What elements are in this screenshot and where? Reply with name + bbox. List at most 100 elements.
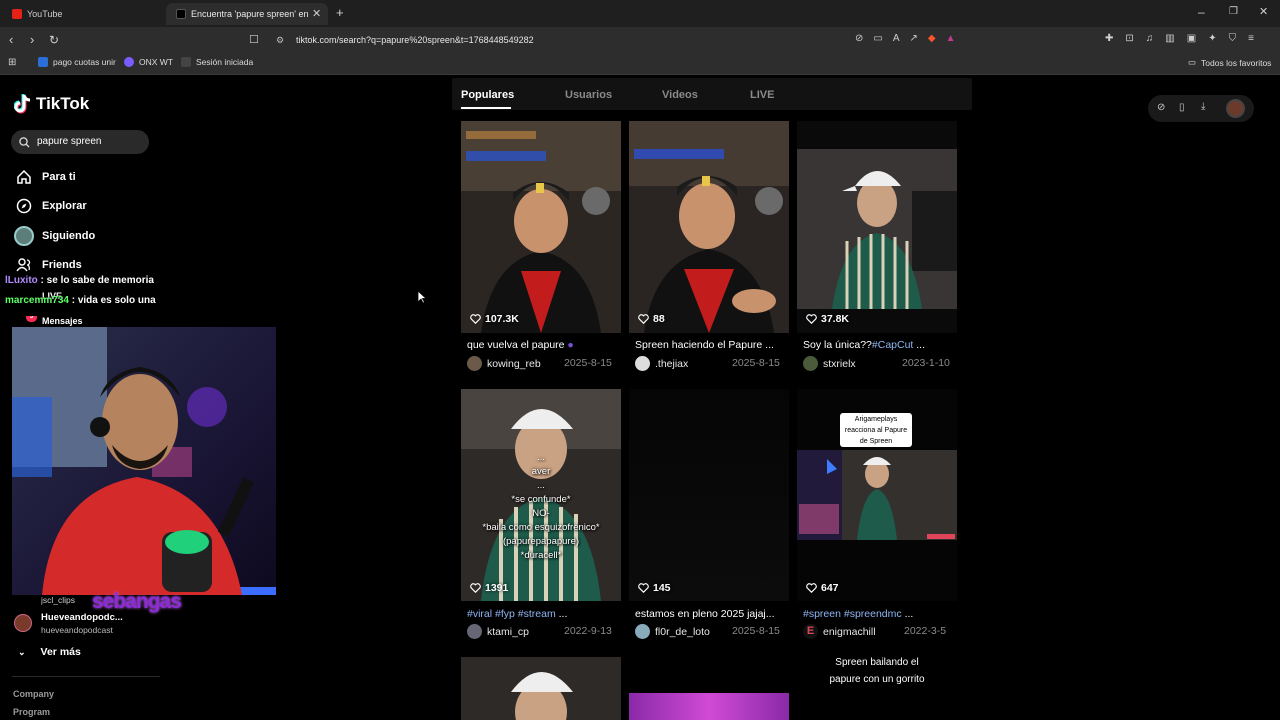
vpn-icon[interactable]: ⛉ — [1229, 33, 1237, 47]
tab-videos[interactable]: Videos — [662, 89, 698, 101]
author-name: fl0r_de_loto — [655, 625, 710, 638]
no-tracking-icon[interactable]: ⊘ — [855, 33, 863, 47]
brave-shield-icon[interactable]: ◆ — [928, 33, 936, 47]
close-window-icon[interactable]: ✕ — [1259, 5, 1268, 18]
footer-link-program[interactable]: Program — [13, 707, 50, 717]
chat-line: marcemm734 : vida es solo una — [5, 295, 156, 306]
tab-tiktok-search[interactable]: Encuentra 'papure spreen' en TikTok — [166, 3, 328, 25]
reload-icon[interactable]: ↻ — [49, 31, 59, 49]
nav-friends[interactable]: Friends — [16, 257, 82, 273]
purple-heart-icon: ● — [567, 339, 574, 351]
youtube-icon — [12, 9, 22, 19]
all-bookmarks-folder[interactable]: ▭ Todos los favoritos — [1188, 57, 1271, 68]
overlay-line: Spreen bailando el — [835, 657, 919, 668]
back-icon[interactable]: ‹ — [9, 31, 13, 49]
tiktok-logo[interactable]: TikTok — [14, 94, 89, 114]
avatar[interactable] — [14, 614, 32, 632]
avatar[interactable] — [1226, 99, 1245, 118]
following-name[interactable]: Hueveandopodc... — [41, 612, 123, 623]
new-tab-button[interactable]: + — [336, 5, 344, 20]
video-author[interactable]: ktami_cp — [467, 624, 529, 639]
tab-live[interactable]: LIVE — [750, 89, 774, 101]
apps-grid-icon[interactable]: ⊞ — [8, 57, 16, 68]
bookmark-icon[interactable]: ☐ — [249, 31, 259, 49]
translate-icon[interactable]: A — [893, 33, 900, 47]
bookmark-label: pago cuotas unir — [53, 57, 116, 67]
video-thumbnail[interactable] — [629, 389, 789, 601]
video-thumbnail[interactable] — [797, 121, 957, 333]
chat-user: lLuxito — [5, 275, 38, 286]
video-author[interactable]: stxrielx — [803, 356, 856, 371]
video-caption[interactable]: estamos en pleno 2025 jajaj... — [635, 608, 775, 620]
share-icon[interactable]: ↗ — [910, 33, 918, 47]
overlay-line: (papurepapapure) — [502, 536, 580, 547]
nav-para-ti[interactable]: Para ti — [16, 169, 76, 185]
tiktok-note-icon — [14, 94, 31, 114]
video-thumbnail[interactable] — [629, 121, 789, 333]
menu-icon[interactable]: ≡ — [1248, 33, 1254, 47]
footer-link-company[interactable]: Company — [13, 689, 54, 699]
brave-rewards-icon[interactable]: ▲ — [946, 33, 956, 47]
pip-icon[interactable]: ⊘ — [1157, 102, 1165, 113]
nav-mensajes[interactable]: 3 Mensajes — [16, 316, 83, 327]
author-name: kowing_reb — [487, 357, 541, 370]
likes-value: 107.3K — [485, 313, 519, 325]
video-thumbnail[interactable] — [629, 693, 789, 720]
search-icon — [19, 137, 30, 148]
leo-ai-icon[interactable]: ✦ — [1208, 33, 1216, 47]
author-name: .thejiax — [655, 357, 689, 370]
tab-populares[interactable]: Populares — [461, 89, 514, 101]
forward-icon[interactable]: › — [30, 31, 34, 49]
search-value: papure spreen — [37, 136, 102, 147]
screenshot-icon[interactable]: ⊡ — [1125, 33, 1133, 47]
video-caption[interactable]: que vuelva el papure ● — [467, 339, 574, 351]
see-more-button[interactable]: ⌄ Ver más — [18, 646, 81, 658]
video-author[interactable]: .thejiax — [635, 356, 688, 371]
bookmark-favicon — [181, 57, 191, 67]
following-name[interactable]: jscl_clips — [41, 595, 75, 605]
video-caption[interactable]: Spreen haciendo el Papure ... — [635, 339, 774, 351]
tab-usuarios[interactable]: Usuarios — [565, 89, 612, 101]
following-handle: hueveandopodcast — [41, 625, 113, 635]
author-name: stxrielx — [823, 357, 856, 370]
download-icon[interactable]: ⤓ — [1201, 101, 1205, 112]
media-icon[interactable]: ♫ — [1146, 33, 1154, 47]
bookmark-pago-cuotas[interactable]: pago cuotas unir — [38, 57, 116, 67]
caption-suffix: ... — [555, 608, 568, 620]
avatar — [467, 356, 482, 371]
video-author[interactable]: fl0r_de_loto — [635, 624, 710, 639]
overlay-line: de Spreen — [859, 438, 893, 445]
extensions-icon[interactable]: ✚ — [1105, 33, 1113, 47]
video-author[interactable]: kowing_reb — [467, 356, 541, 371]
video-caption[interactable]: #spreen #spreendmc ... — [803, 608, 913, 620]
cast-icon[interactable]: ▭ — [873, 33, 882, 47]
video-thumbnail[interactable] — [461, 121, 621, 333]
video-thumbnail[interactable] — [461, 657, 621, 720]
caption-hashtag[interactable]: #spreen #spreendmc — [803, 608, 902, 620]
tab-youtube[interactable]: YouTube — [2, 3, 162, 25]
site-info-icon[interactable]: ⚙ — [276, 31, 284, 49]
bookmark-favicon — [38, 57, 48, 67]
sidebar-toggle-icon[interactable]: ▥ — [1165, 33, 1174, 47]
video-caption[interactable]: #viral #fyp #stream ... — [467, 608, 567, 620]
wallet-icon[interactable]: ▣ — [1187, 33, 1196, 47]
bookmark-sesion-iniciada[interactable]: Sesión iniciada — [181, 57, 253, 67]
heart-icon — [806, 314, 817, 324]
likes-count: 107.3K — [470, 313, 519, 325]
nav-siguiendo[interactable]: Siguiendo — [14, 226, 95, 246]
caption-hashtag[interactable]: #CapCut — [872, 339, 913, 351]
likes-value: 145 — [653, 582, 671, 594]
avatar — [467, 624, 482, 639]
restore-icon[interactable]: ❐ — [1229, 6, 1238, 17]
video-author[interactable]: E enigmachill — [803, 624, 876, 639]
chevron-down-icon: ⌄ — [18, 646, 26, 657]
caption-hashtag[interactable]: #viral #fyp #stream — [467, 608, 556, 620]
minimize-icon[interactable]: – — [1198, 5, 1205, 19]
device-icon[interactable]: ▯ — [1179, 102, 1185, 113]
close-tab-icon[interactable]: ✕ — [312, 7, 321, 20]
nav-explorar[interactable]: Explorar — [16, 198, 87, 214]
overlay-line: reacciona al Papure — [844, 427, 908, 434]
search-input[interactable]: papure spreen — [11, 130, 149, 154]
video-caption[interactable]: Soy la única??#CapCut ... — [803, 339, 925, 351]
bookmark-onx-wt[interactable]: ONX WT — [124, 57, 173, 67]
